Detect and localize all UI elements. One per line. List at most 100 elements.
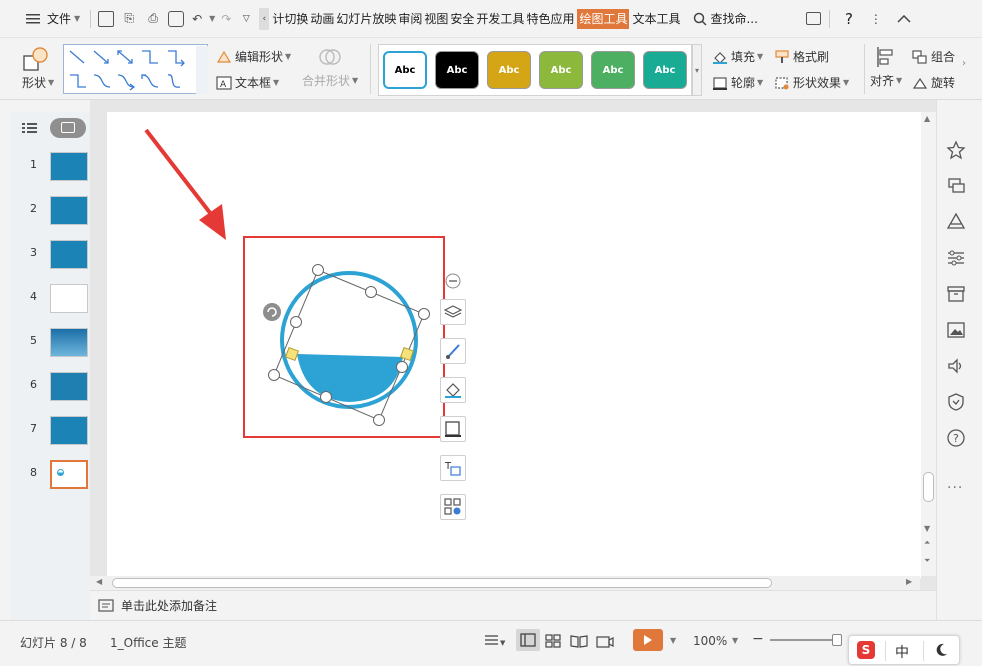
search-command[interactable]: 查找命...	[709, 9, 758, 29]
slide-thumbnail[interactable]	[50, 152, 88, 181]
layer-order-tool[interactable]	[440, 299, 466, 325]
hamburger-menu-icon[interactable]	[22, 5, 44, 33]
help-button[interactable]: ?	[844, 9, 854, 29]
audio-speaker-icon[interactable]	[946, 356, 966, 376]
file-menu[interactable]: 文件	[46, 9, 72, 29]
shape-button[interactable]: 形状 ▼	[22, 46, 54, 91]
vertical-scrollbar[interactable]: ▲ ▼ ⏶ ⏷	[921, 112, 936, 576]
tab-5[interactable]: 安全	[449, 9, 475, 29]
moon-icon[interactable]	[933, 642, 949, 658]
print-preview-icon[interactable]	[165, 5, 187, 33]
save-icon[interactable]	[95, 5, 117, 33]
scroll-left-icon[interactable]: ◀	[96, 577, 102, 586]
slide-thumbnail[interactable]	[50, 460, 88, 489]
tab-8[interactable]: 绘图工具	[577, 8, 630, 29]
slide-thumbnail[interactable]	[50, 416, 88, 445]
help-circle-icon[interactable]: ?	[946, 428, 966, 448]
zoom-slider-thumb[interactable]	[832, 634, 842, 646]
theme-name[interactable]: 1_Office 主题	[110, 634, 186, 651]
properties-sliders-icon[interactable]	[946, 248, 966, 268]
textbox-button[interactable]: A 文本框 ▼	[216, 74, 279, 91]
more-tools-icon[interactable]: ···	[947, 480, 963, 496]
tab-7[interactable]: 特色应用	[525, 9, 575, 29]
notes-pane[interactable]: 单击此处添加备注	[90, 590, 936, 620]
tab-3[interactable]: 审阅	[397, 9, 423, 29]
more-icon[interactable]: ⋮	[864, 5, 888, 33]
tab-0[interactable]: 计切换	[271, 9, 309, 29]
sogou-ime-icon[interactable]: S	[857, 641, 875, 659]
notes-toggle-icon[interactable]: ▼	[484, 633, 506, 650]
align-button[interactable]: 对齐 ▼	[870, 46, 902, 89]
group-button[interactable]: 组合	[912, 48, 955, 65]
shape-effect-button[interactable]: 形状效果 ▼	[774, 74, 849, 91]
print-icon[interactable]: ⎙	[141, 5, 165, 33]
notes-placeholder[interactable]: 单击此处添加备注	[121, 597, 217, 614]
tab-9[interactable]: 文本工具	[631, 9, 681, 29]
animation-star-icon[interactable]	[946, 140, 966, 160]
shield-icon[interactable]	[946, 392, 966, 412]
prev-slide-icon[interactable]: ⏶	[924, 538, 930, 548]
shape-style-tool[interactable]	[440, 338, 466, 364]
line-shapes-gallery[interactable]	[63, 44, 208, 94]
text-tool[interactable]: T	[440, 455, 466, 481]
scroll-up-icon[interactable]: ▲	[924, 114, 930, 123]
slide-thumbnail[interactable]	[50, 372, 88, 401]
edit-shape-button[interactable]: 编辑形状 ▼	[216, 48, 291, 65]
play-slideshow-button[interactable]	[633, 629, 663, 651]
slide-thumbnail[interactable]	[50, 328, 88, 357]
thumbnail-view-toggle[interactable]	[50, 118, 86, 138]
undo-icon[interactable]: ↶	[187, 5, 207, 33]
vertical-scroll-thumb[interactable]	[923, 472, 934, 502]
normal-view-icon[interactable]	[516, 629, 540, 651]
slide-thumbnail[interactable]	[50, 284, 88, 313]
tab-1[interactable]: 动画	[309, 9, 335, 29]
shape-style-option[interactable]: Abc	[487, 51, 531, 89]
horizontal-scroll-thumb[interactable]	[112, 578, 772, 588]
scroll-down-icon[interactable]: ▼	[924, 524, 930, 533]
next-slide-icon[interactable]: ⏷	[924, 556, 930, 566]
slide-canvas[interactable]	[107, 112, 921, 578]
collapse-ribbon-icon[interactable]	[892, 5, 916, 33]
customize-dropdown-icon[interactable]: ▽	[237, 5, 255, 33]
format-painter-button[interactable]: 格式刷	[774, 48, 829, 65]
redo-icon[interactable]: ↷	[215, 5, 237, 33]
outline-view-icon[interactable]	[22, 122, 38, 137]
shape-style-option[interactable]: Abc	[643, 51, 687, 89]
export-icon[interactable]: ⎘	[117, 5, 141, 33]
zoom-level[interactable]: 100%	[693, 634, 727, 648]
slide-sorter-icon[interactable]	[545, 634, 561, 648]
scroll-right-icon[interactable]: ▶	[906, 577, 912, 586]
cloud-sync-icon[interactable]	[803, 5, 825, 33]
archive-box-icon[interactable]	[946, 284, 966, 304]
style-gallery-more-icon[interactable]: ▾	[692, 44, 702, 96]
outline-tool[interactable]	[440, 416, 466, 442]
merge-shape-button[interactable]: 合并形状 ▼	[302, 46, 358, 89]
outline-button[interactable]: 轮廓 ▼	[712, 74, 763, 91]
zoom-slider[interactable]	[770, 639, 840, 641]
shape-style-option[interactable]: Abc	[591, 51, 635, 89]
file-dropdown-icon[interactable]: ▼	[74, 14, 80, 23]
shape-style-option[interactable]: Abc	[383, 51, 427, 89]
reading-view-icon[interactable]	[570, 634, 588, 648]
slide-thumbnail[interactable]	[50, 196, 88, 225]
fill-tool[interactable]	[440, 377, 466, 403]
effects-tool[interactable]	[440, 494, 466, 520]
tab-scroll-left-icon[interactable]: ‹	[259, 7, 270, 30]
presenter-tools-icon[interactable]	[596, 634, 614, 648]
fill-button[interactable]: 填充 ▼	[712, 48, 763, 65]
horizontal-scrollbar[interactable]: ◀ ▶	[90, 576, 920, 590]
tab-2[interactable]: 幻灯片放映	[335, 9, 397, 29]
design-icon[interactable]	[946, 212, 966, 232]
shape-style-option[interactable]: Abc	[435, 51, 479, 89]
ribbon-scroll-right-icon[interactable]: ›	[962, 58, 966, 69]
search-icon[interactable]	[691, 5, 709, 33]
tab-6[interactable]: 开发工具	[475, 9, 525, 29]
image-icon[interactable]	[946, 320, 966, 340]
tab-4[interactable]: 视图	[423, 9, 449, 29]
ime-language-toggle[interactable]: 中	[895, 642, 909, 662]
slide-thumbnail[interactable]	[50, 240, 88, 269]
shape-style-option[interactable]: Abc	[539, 51, 583, 89]
slide-switch-icon[interactable]	[946, 176, 966, 196]
play-dropdown-icon[interactable]: ▼	[670, 636, 676, 645]
rotate-button[interactable]: 旋转	[912, 74, 955, 91]
